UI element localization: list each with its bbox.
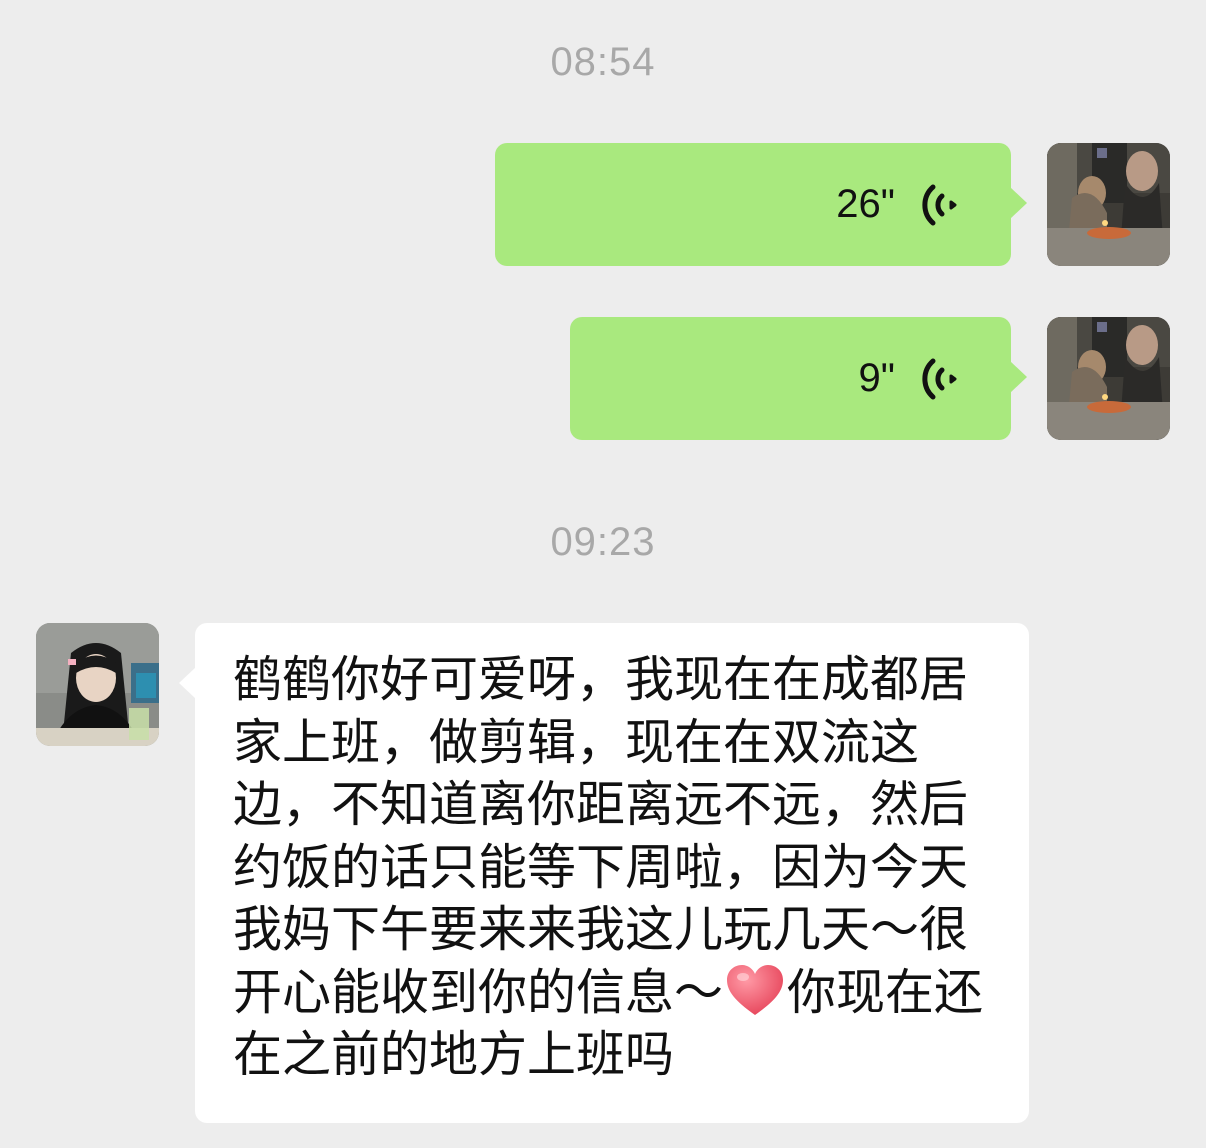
voice-wave-icon (922, 358, 957, 399)
my-avatar[interactable] (1047, 317, 1170, 440)
timestamp: 09:23 (550, 520, 656, 564)
voice-duration: 9" (858, 356, 895, 400)
contact-avatar[interactable] (36, 623, 159, 746)
message-text: 鹤鹤你好可爱呀，我现在在成都居家上班，做剪辑，现在在双流这边，不知道离你距离远不… (233, 649, 1003, 1087)
voice-message-bubble[interactable]: 9" (570, 317, 1027, 440)
heart-icon (727, 964, 784, 1015)
my-avatar[interactable] (1047, 143, 1170, 266)
voice-wave-icon (922, 184, 957, 225)
voice-message-bubble[interactable]: 26" (495, 143, 1027, 266)
voice-duration: 26" (836, 182, 895, 226)
timestamp: 08:54 (550, 40, 656, 84)
text-message-bubble[interactable]: 鹤鹤你好可爱呀，我现在在成都居家上班，做剪辑，现在在双流这边，不知道离你距离远不… (179, 623, 1029, 1123)
